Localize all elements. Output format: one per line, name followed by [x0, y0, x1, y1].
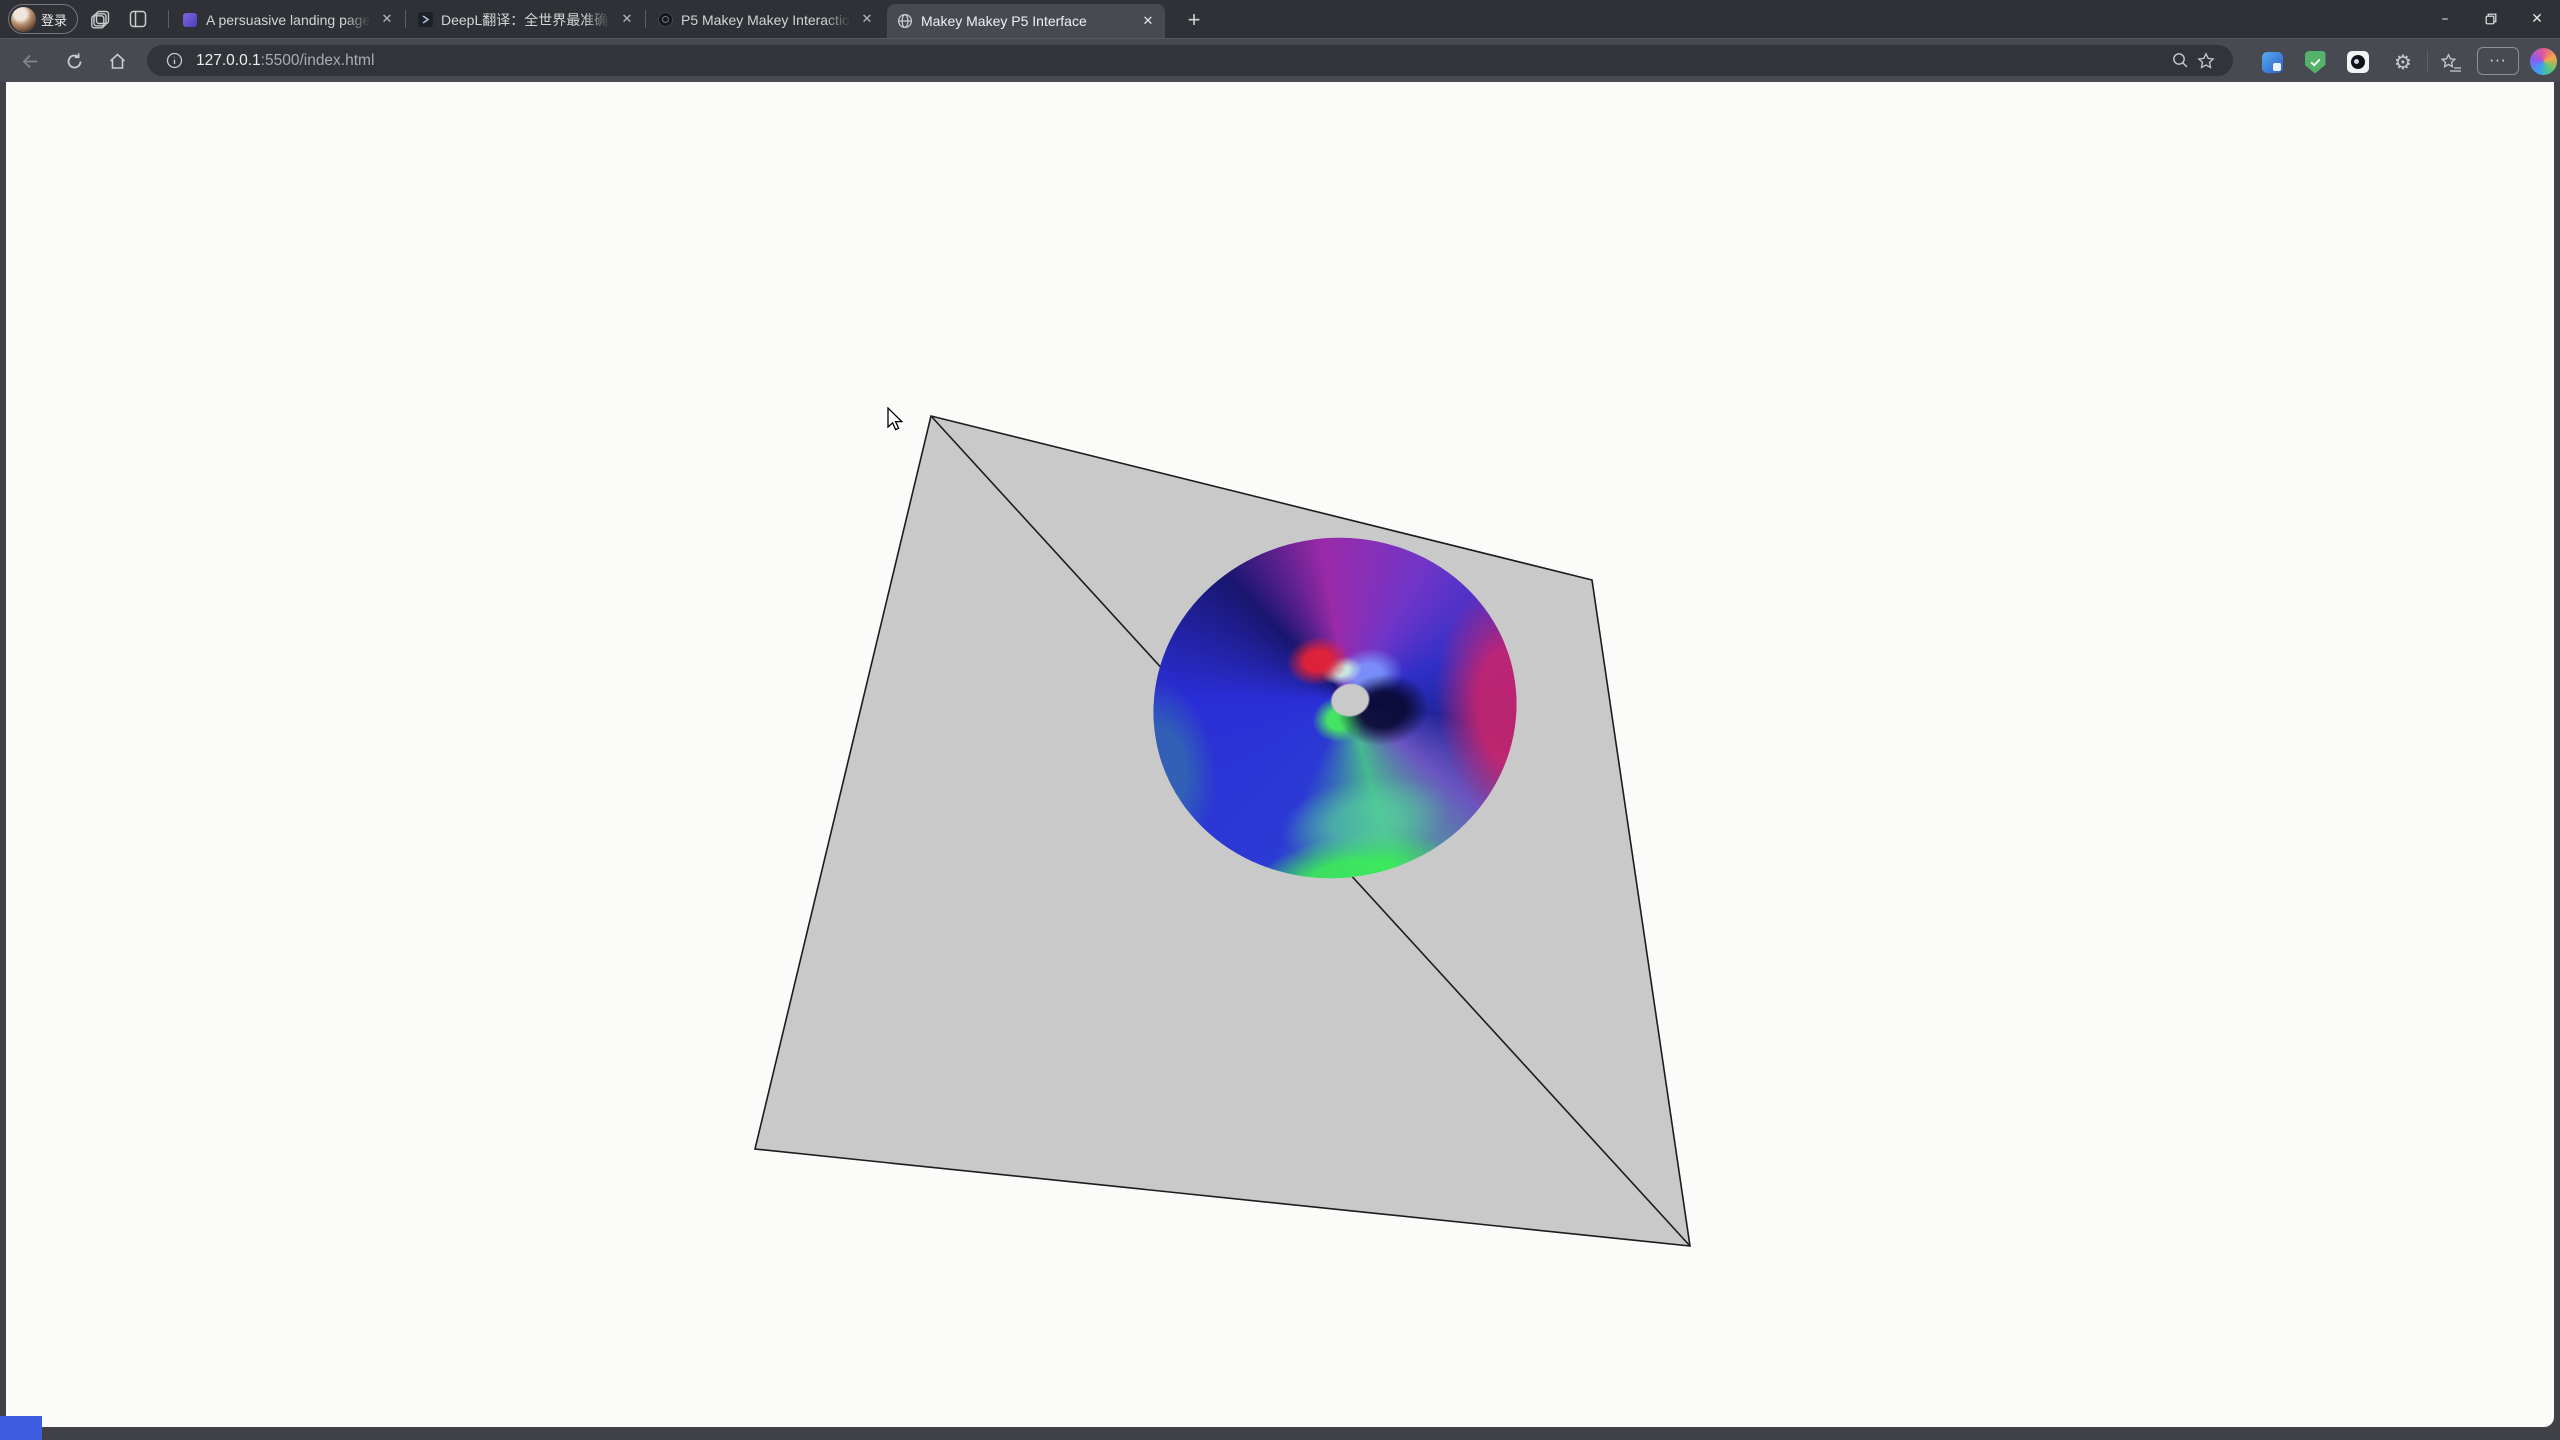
profile-signin-button[interactable]: 登录	[8, 4, 78, 34]
settings-more-button[interactable]: ···	[2477, 47, 2519, 75]
zoom-icon[interactable]	[2167, 48, 2193, 74]
minimize-button[interactable]: –	[2422, 0, 2468, 38]
url-host: 127.0.0.1	[196, 52, 261, 69]
close-window-button[interactable]: ✕	[2514, 0, 2560, 38]
refresh-icon[interactable]	[60, 47, 88, 75]
tab-close-icon[interactable]: ✕	[616, 9, 638, 31]
new-tab-button[interactable]: +	[1180, 6, 1208, 34]
favorite-star-icon[interactable]	[2193, 48, 2219, 74]
tab-p5-makey-makey-interaction[interactable]: P5 Makey Makey Interaction ✕	[647, 4, 884, 35]
tab-divider	[645, 10, 646, 28]
tab-close-icon[interactable]: ✕	[376, 9, 398, 31]
favorites-list-icon[interactable]	[2437, 48, 2465, 76]
p5-canvas[interactable]	[6, 82, 2554, 1427]
tab-title: Makey Makey P5 Interface	[921, 13, 1137, 29]
workspaces-icon[interactable]	[86, 5, 114, 33]
url-path: :5500/index.html	[261, 52, 375, 69]
tabstrip-separator	[168, 10, 169, 28]
window-controls: – ✕	[2422, 0, 2560, 38]
tab-makey-makey-p5-interface-active[interactable]: Makey Makey P5 Interface ✕	[887, 4, 1165, 38]
extension-shield-icon[interactable]	[2301, 48, 2329, 76]
site-info-icon[interactable]	[161, 48, 187, 74]
signin-label: 登录	[41, 10, 67, 29]
tab-close-icon[interactable]: ✕	[1137, 10, 1159, 32]
tab-title: A persuasive landing page-演示文	[206, 10, 376, 30]
window-frame	[0, 82, 2560, 1440]
tab-title: DeepL翻译：全世界最准确的翻译	[441, 10, 616, 30]
browser-window: 登录 A persuasive landing page-演示文 ✕	[0, 0, 2560, 1440]
home-icon[interactable]	[103, 47, 131, 75]
restore-button[interactable]	[2468, 0, 2514, 38]
extensions-gear-icon[interactable]: ⚙	[2389, 48, 2417, 76]
deepl-arrow-icon	[417, 12, 433, 28]
back-icon[interactable]	[16, 47, 44, 75]
globe-wireframe-icon	[897, 13, 913, 29]
url-text[interactable]: 127.0.0.1:5500/index.html	[196, 52, 374, 70]
toolbar-divider	[2427, 50, 2428, 72]
tab-title: P5 Makey Makey Interaction	[681, 12, 856, 28]
tab-divider	[405, 10, 406, 28]
mouse-cursor	[886, 407, 908, 433]
navigation-toolbar: 127.0.0.1:5500/index.html	[0, 38, 2560, 82]
extension-blue-app-icon[interactable]	[2258, 48, 2286, 76]
tab-persuasive-landing-page[interactable]: A persuasive landing page-演示文 ✕	[172, 4, 404, 35]
extension-dark-logo-icon[interactable]	[2344, 48, 2372, 76]
tab-close-icon[interactable]: ✕	[856, 9, 878, 31]
dark-globe-icon	[657, 12, 673, 28]
profile-avatar	[11, 7, 36, 32]
purple-app-icon	[182, 12, 198, 28]
address-bar[interactable]: 127.0.0.1:5500/index.html	[147, 45, 2233, 76]
copilot-icon[interactable]	[2530, 48, 2557, 75]
tab-deepl-translate[interactable]: DeepL翻译：全世界最准确的翻译 ✕	[407, 4, 644, 35]
status-chip	[0, 1416, 42, 1440]
tab-actions-icon[interactable]	[124, 5, 152, 33]
tab-strip: 登录 A persuasive landing page-演示文 ✕	[0, 0, 2560, 38]
